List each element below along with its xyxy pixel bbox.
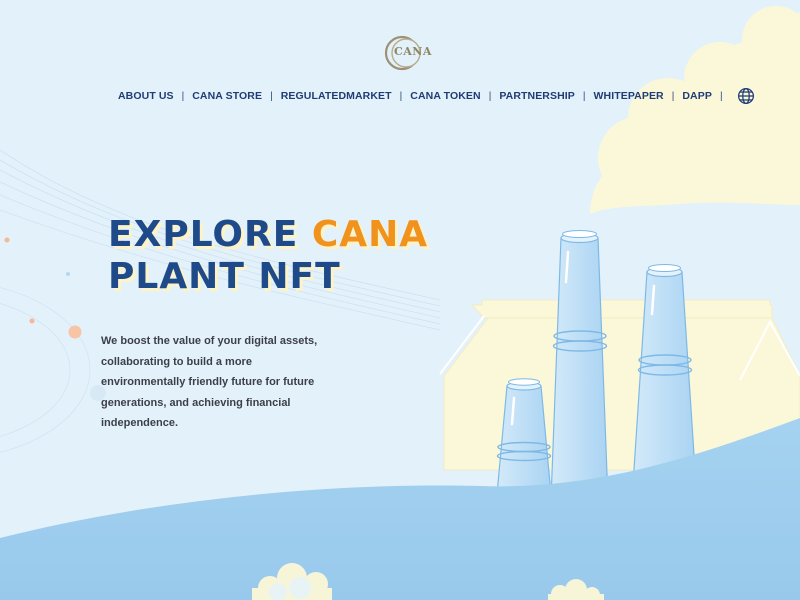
- nav-cana-token[interactable]: CANA TOKEN: [410, 90, 480, 102]
- orbit-dot-blue: [66, 272, 70, 276]
- brand-logo[interactable]: CANA: [382, 33, 432, 73]
- main-nav: ABOUT US | CANA STORE | REGULATEDMARKET …: [118, 87, 755, 105]
- nav-regulated-market[interactable]: REGULATEDMARKET: [281, 90, 392, 102]
- orbit-dot-large: [68, 325, 82, 339]
- hero-title-word: EXPLORE: [108, 214, 299, 255]
- nav-cana-store[interactable]: CANA STORE: [192, 90, 262, 102]
- nav-separator: |: [399, 90, 403, 102]
- hero-title: EXPLORE CANA PLANT NFT: [108, 214, 428, 298]
- nav-dapp[interactable]: DAPP: [682, 90, 712, 102]
- nav-separator: |: [671, 90, 675, 102]
- smoke-cloud: [590, 6, 800, 214]
- nav-whitepaper[interactable]: WHITEPAPER: [594, 90, 664, 102]
- nav-separator: |: [270, 90, 273, 102]
- orbit-dot-small: [29, 318, 35, 324]
- globe-icon[interactable]: [737, 87, 755, 105]
- nav-separator: |: [488, 90, 492, 102]
- chimney-tall: [550, 230, 609, 501]
- nav-separator: |: [181, 90, 185, 102]
- logo-text: CANA: [394, 45, 432, 58]
- hero-description: We boost the value of your digital asset…: [101, 335, 318, 429]
- nav-about-us[interactable]: ABOUT US: [118, 90, 174, 102]
- nav-separator: |: [719, 90, 723, 102]
- hero-title-accent: CANA: [311, 214, 429, 255]
- hero-title-line2: PLANT NFT: [108, 256, 341, 297]
- nav-partnership[interactable]: PARTNERSHIP: [499, 90, 575, 102]
- nav-separator: |: [582, 90, 586, 102]
- orbit-lines: [0, 287, 91, 453]
- orbit-dot-left: [4, 237, 10, 243]
